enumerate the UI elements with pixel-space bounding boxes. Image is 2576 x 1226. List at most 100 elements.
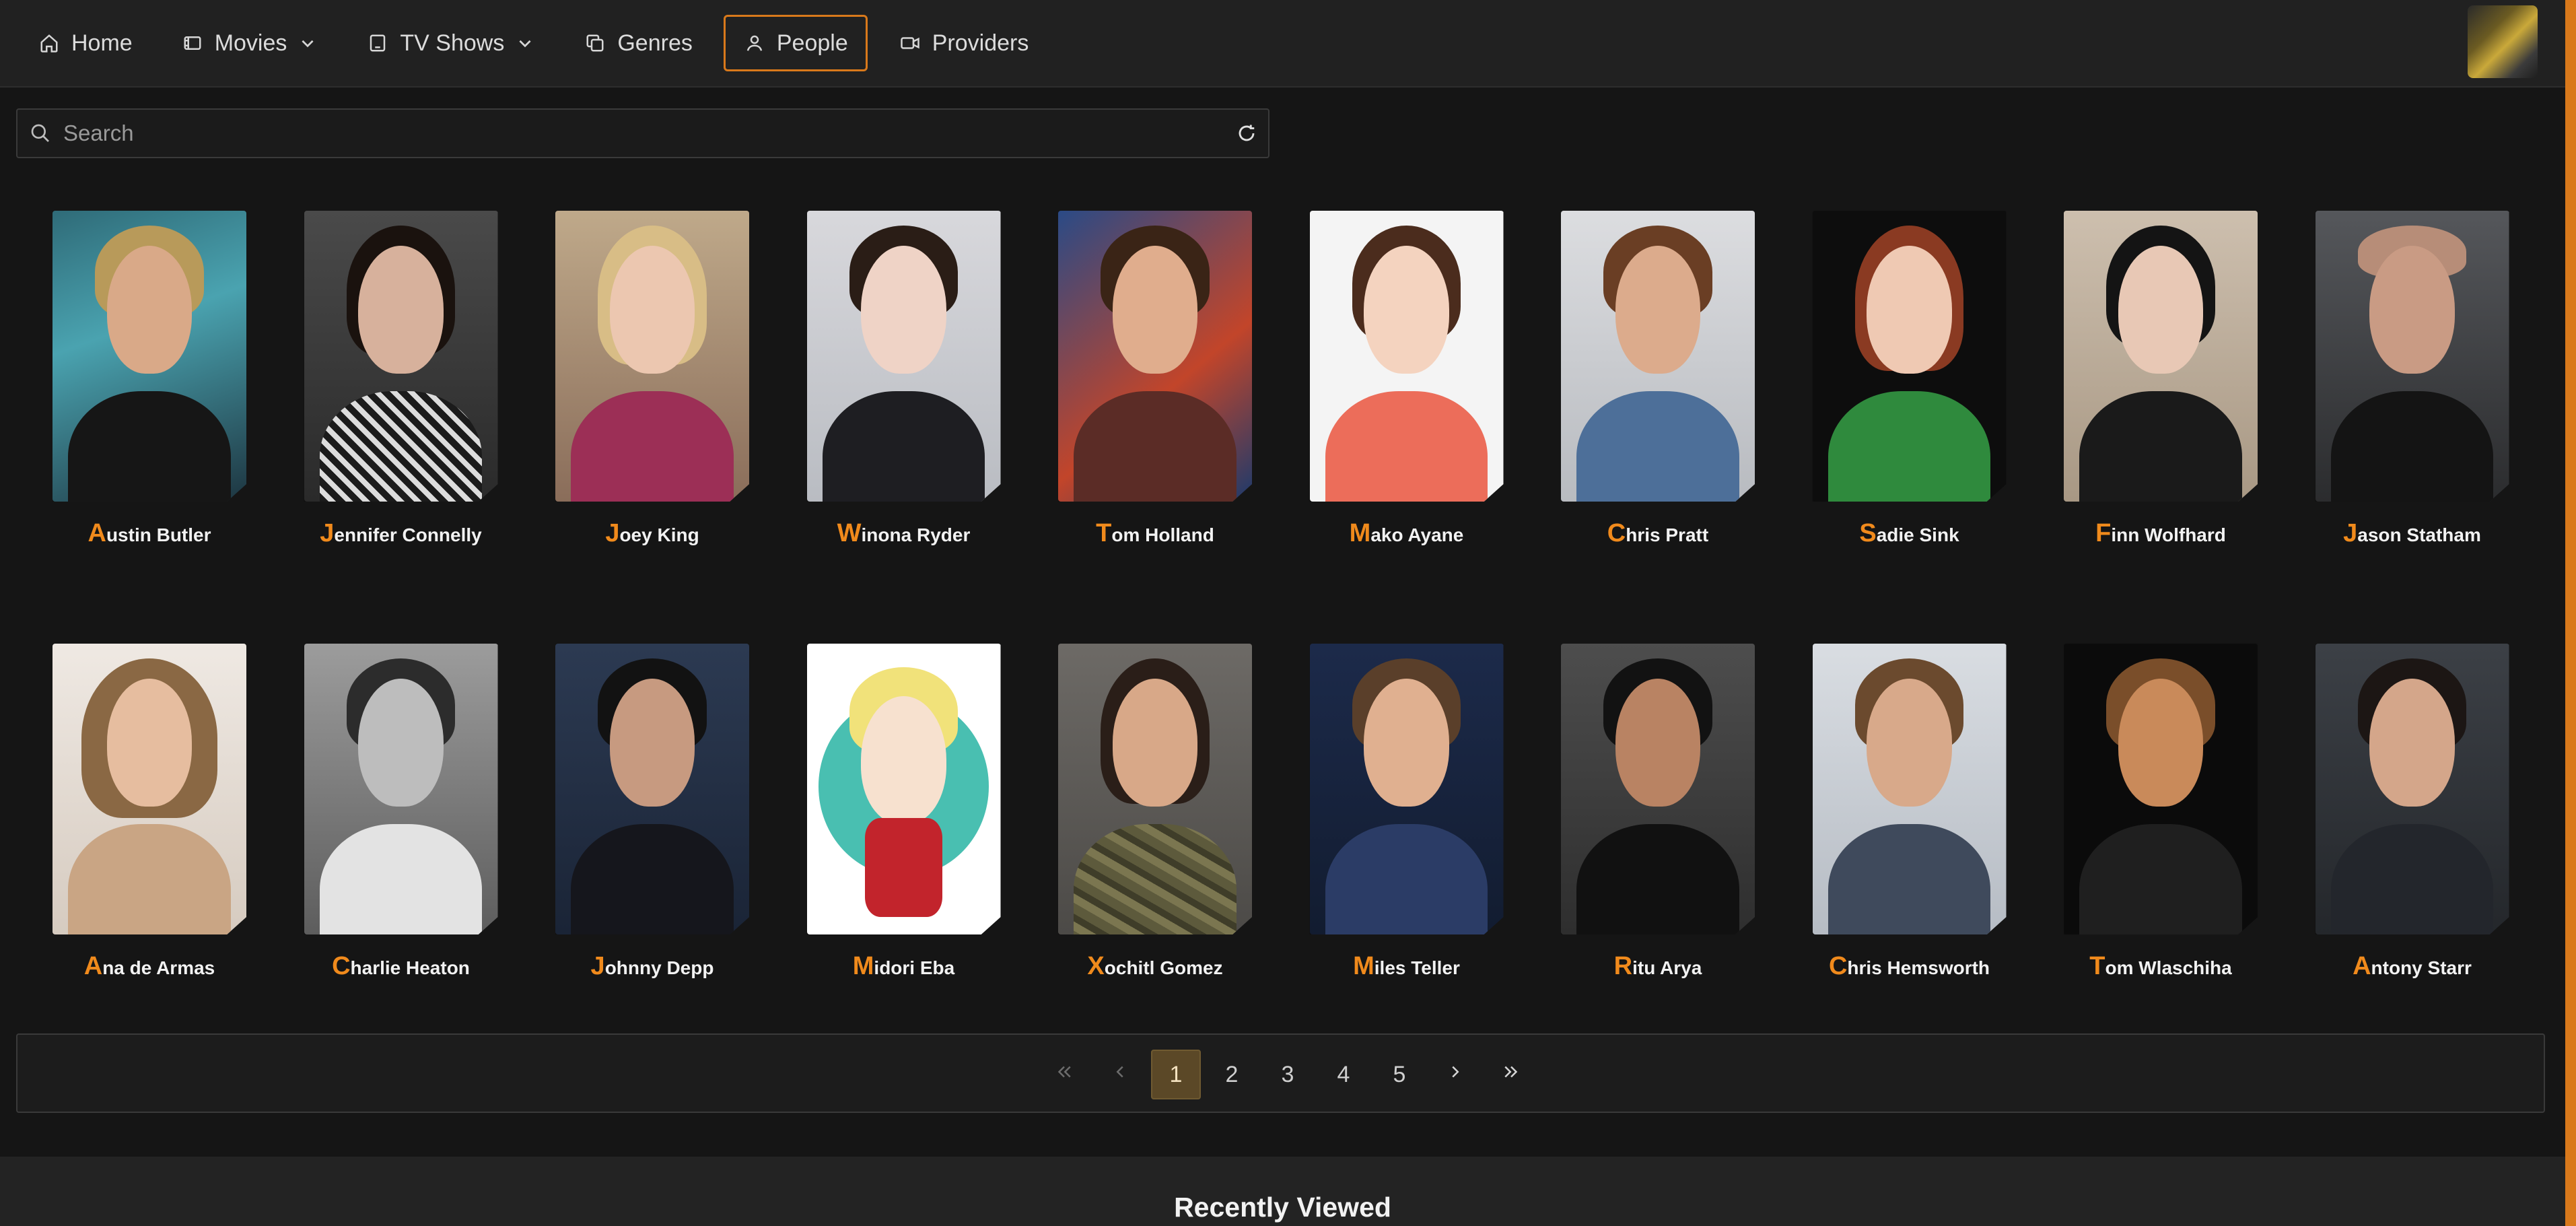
nav-tv-shows-label: TV Shows bbox=[400, 30, 505, 56]
person-card[interactable]: Mako Ayane bbox=[1309, 211, 1504, 644]
person-name[interactable]: Joey King bbox=[555, 519, 749, 548]
page-button-1[interactable]: 1 bbox=[1151, 1050, 1201, 1099]
person-card[interactable]: Jennifer Connelly bbox=[304, 211, 498, 644]
person-photo[interactable] bbox=[1058, 644, 1252, 934]
person-photo[interactable] bbox=[2315, 644, 2509, 934]
top-navbar: Home Movies TV Shows Genres People Provi… bbox=[0, 0, 2565, 88]
person-photo[interactable] bbox=[1812, 211, 2007, 502]
person-photo[interactable] bbox=[2315, 211, 2509, 502]
person-card[interactable]: Xochitl Gomez bbox=[1058, 644, 1252, 981]
person-name[interactable]: Winona Ryder bbox=[807, 519, 1001, 548]
person-name[interactable]: Chris Pratt bbox=[1561, 519, 1755, 548]
first-page-button[interactable] bbox=[1039, 1050, 1089, 1099]
nav-providers-label: Providers bbox=[932, 30, 1029, 56]
person-name[interactable]: Midori Eba bbox=[807, 952, 1001, 981]
person-name[interactable]: Sadie Sink bbox=[1813, 519, 2007, 548]
person-name[interactable]: Ritu Arya bbox=[1561, 952, 1755, 981]
person-name[interactable]: Tom Holland bbox=[1058, 519, 1252, 548]
nav-movies[interactable]: Movies bbox=[164, 15, 336, 71]
person-photo[interactable] bbox=[1058, 211, 1252, 502]
person-name[interactable]: Johnny Depp bbox=[555, 952, 749, 981]
nav-movies-label: Movies bbox=[214, 30, 287, 56]
nav-home[interactable]: Home bbox=[20, 15, 150, 71]
person-card[interactable]: Chris Hemsworth bbox=[1812, 644, 2007, 981]
person-photo[interactable] bbox=[2064, 211, 2258, 502]
person-photo[interactable] bbox=[1561, 644, 1755, 934]
search-bar bbox=[16, 108, 1269, 158]
people-grid: Austin Butler Jennifer Connelly Joey Kin… bbox=[53, 211, 2509, 981]
person-name[interactable]: Ana de Armas bbox=[53, 952, 246, 981]
person-name[interactable]: Mako Ayane bbox=[1310, 519, 1504, 548]
prev-page-button[interactable] bbox=[1095, 1050, 1145, 1099]
person-name[interactable]: Finn Wolfhard bbox=[2064, 519, 2258, 548]
recently-viewed-section: Recently Viewed bbox=[0, 1157, 2565, 1226]
person-card[interactable]: Tom Wlaschiha bbox=[2064, 644, 2258, 981]
person-photo[interactable] bbox=[53, 211, 246, 502]
person-card[interactable]: Finn Wolfhard bbox=[2064, 211, 2258, 644]
person-name[interactable]: Jennifer Connelly bbox=[304, 519, 498, 548]
pagination: 1 2 3 4 5 bbox=[1039, 1050, 1542, 1099]
person-card[interactable]: Ritu Arya bbox=[1561, 644, 1755, 981]
recently-viewed-title: Recently Viewed bbox=[1174, 1192, 1391, 1223]
person-card[interactable]: Antony Starr bbox=[2315, 644, 2509, 981]
nav-menu: Home Movies TV Shows Genres People Provi… bbox=[20, 15, 1059, 71]
person-photo[interactable] bbox=[1812, 644, 2007, 934]
person-card[interactable]: Winona Ryder bbox=[806, 211, 1001, 644]
scrollbar[interactable] bbox=[2565, 0, 2576, 1226]
person-name[interactable]: Tom Wlaschiha bbox=[2064, 952, 2258, 981]
page-button-4[interactable]: 4 bbox=[1319, 1050, 1368, 1099]
person-card[interactable]: Tom Holland bbox=[1058, 211, 1252, 644]
person-photo[interactable] bbox=[806, 211, 1001, 502]
nav-providers[interactable]: Providers bbox=[881, 15, 1047, 71]
person-card[interactable]: Austin Butler bbox=[53, 211, 246, 644]
user-avatar[interactable] bbox=[2468, 5, 2538, 78]
person-card[interactable]: Charlie Heaton bbox=[304, 644, 498, 981]
person-name[interactable]: Jason Statham bbox=[2316, 519, 2509, 548]
person-photo[interactable] bbox=[53, 644, 246, 934]
person-name[interactable]: Miles Teller bbox=[1310, 952, 1504, 981]
nav-people[interactable]: People bbox=[723, 15, 868, 71]
chevron-right-icon bbox=[1445, 1062, 1465, 1088]
copy-icon bbox=[584, 32, 606, 55]
person-name[interactable]: Xochitl Gomez bbox=[1058, 952, 1252, 981]
person-card[interactable]: Sadie Sink bbox=[1812, 211, 2007, 644]
person-card[interactable]: Chris Pratt bbox=[1561, 211, 1755, 644]
person-photo[interactable] bbox=[304, 211, 498, 502]
person-name[interactable]: Antony Starr bbox=[2316, 952, 2509, 981]
chevron-down-icon bbox=[299, 34, 318, 53]
nav-people-label: People bbox=[776, 30, 848, 56]
person-photo[interactable] bbox=[555, 211, 749, 502]
person-icon bbox=[743, 32, 766, 55]
nav-genres-label: Genres bbox=[617, 30, 693, 56]
person-photo[interactable] bbox=[806, 644, 1001, 934]
refresh-icon[interactable] bbox=[1233, 120, 1260, 147]
person-name[interactable]: Austin Butler bbox=[53, 519, 246, 548]
tv-icon bbox=[366, 32, 389, 55]
page-button-2[interactable]: 2 bbox=[1207, 1050, 1257, 1099]
search-input[interactable] bbox=[62, 120, 1233, 147]
person-card[interactable]: Ana de Armas bbox=[53, 644, 246, 981]
person-photo[interactable] bbox=[1561, 211, 1755, 502]
page-button-3[interactable]: 3 bbox=[1263, 1050, 1313, 1099]
person-photo[interactable] bbox=[304, 644, 498, 934]
nav-genres[interactable]: Genres bbox=[566, 15, 710, 71]
person-card[interactable]: Jason Statham bbox=[2315, 211, 2509, 644]
video-icon bbox=[899, 32, 921, 55]
person-name[interactable]: Charlie Heaton bbox=[304, 952, 498, 981]
home-icon bbox=[38, 32, 61, 55]
person-card[interactable]: Joey King bbox=[555, 211, 749, 644]
next-page-button[interactable] bbox=[1430, 1050, 1480, 1099]
person-photo[interactable] bbox=[2064, 644, 2258, 934]
person-card[interactable]: Miles Teller bbox=[1309, 644, 1504, 981]
person-card[interactable]: Midori Eba bbox=[806, 644, 1001, 981]
pagination-bar: 1 2 3 4 5 bbox=[16, 1033, 2545, 1113]
last-page-button[interactable] bbox=[1486, 1050, 1536, 1099]
person-photo[interactable] bbox=[1309, 644, 1504, 934]
person-photo[interactable] bbox=[555, 644, 749, 934]
person-photo[interactable] bbox=[1309, 211, 1504, 502]
page-button-5[interactable]: 5 bbox=[1374, 1050, 1424, 1099]
person-name[interactable]: Chris Hemsworth bbox=[1813, 952, 2007, 981]
nav-tv-shows[interactable]: TV Shows bbox=[349, 15, 553, 71]
person-card[interactable]: Johnny Depp bbox=[555, 644, 749, 981]
search-icon bbox=[27, 120, 54, 147]
